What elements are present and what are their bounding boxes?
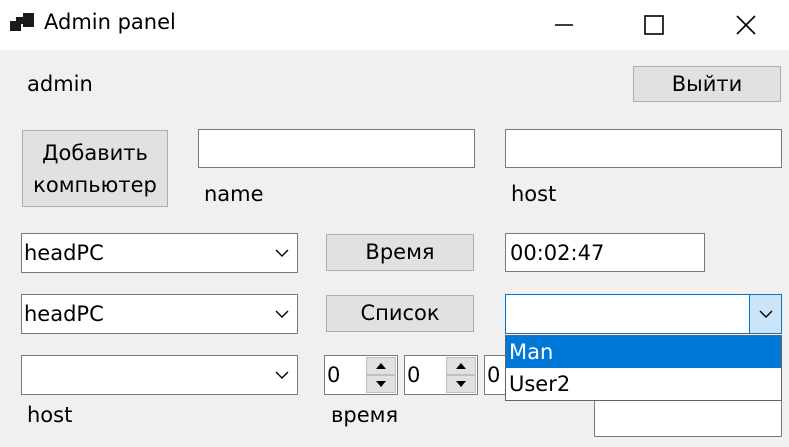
minimize-icon [555,24,573,26]
pc-list-select[interactable]: headPC [21,294,298,334]
close-icon [736,15,756,35]
maximize-icon [644,15,664,35]
user-dropdown-list: Man User2 [505,335,782,401]
time-button[interactable]: Время [326,234,474,271]
caret-down-icon [456,381,466,387]
chevron-down-icon [275,249,289,257]
add-computer-button[interactable]: Добавить компьютер [22,130,168,207]
app-icon [10,13,34,31]
current-user-label: admin [27,72,93,96]
dropdown-option-man[interactable]: Man [506,336,781,368]
window-title: Admin panel [44,10,176,34]
minutes-down-button[interactable] [446,375,476,393]
minutes-up-button[interactable] [446,357,476,375]
logout-button[interactable]: Выйти [633,66,781,102]
pc-list-select-value: headPC [24,302,104,326]
minimize-button[interactable] [541,0,587,50]
close-window-button[interactable] [723,0,769,50]
name-input[interactable] [198,129,475,168]
caret-down-icon [376,381,386,387]
time-label: время [331,403,399,427]
pc-time-select-value: headPC [24,241,104,265]
host-select-label: host [27,403,73,427]
title-bar: Admin panel [0,0,789,50]
caret-up-icon [456,363,466,369]
time-display-field[interactable]: 00:02:47 [505,233,705,272]
hours-up-button[interactable] [366,357,396,375]
host-select[interactable] [21,355,298,395]
maximize-button[interactable] [631,0,677,50]
user-select-dropdown-button[interactable] [749,295,781,333]
chevron-down-icon [275,310,289,318]
list-button[interactable]: Список [326,295,474,332]
host-label: host [511,182,557,206]
dropdown-option-user2[interactable]: User2 [506,368,781,400]
hours-down-button[interactable] [366,375,396,393]
pc-time-select[interactable]: headPC [21,233,298,273]
user-select[interactable] [505,294,782,334]
bottom-right-input[interactable] [594,395,782,437]
minutes-stepper[interactable]: 0 [404,355,478,395]
caret-up-icon [376,363,386,369]
host-input[interactable] [505,129,782,168]
chevron-down-icon [275,371,289,379]
chevron-down-icon [759,310,772,318]
name-label: name [204,182,264,206]
hours-stepper[interactable]: 0 [324,355,398,395]
